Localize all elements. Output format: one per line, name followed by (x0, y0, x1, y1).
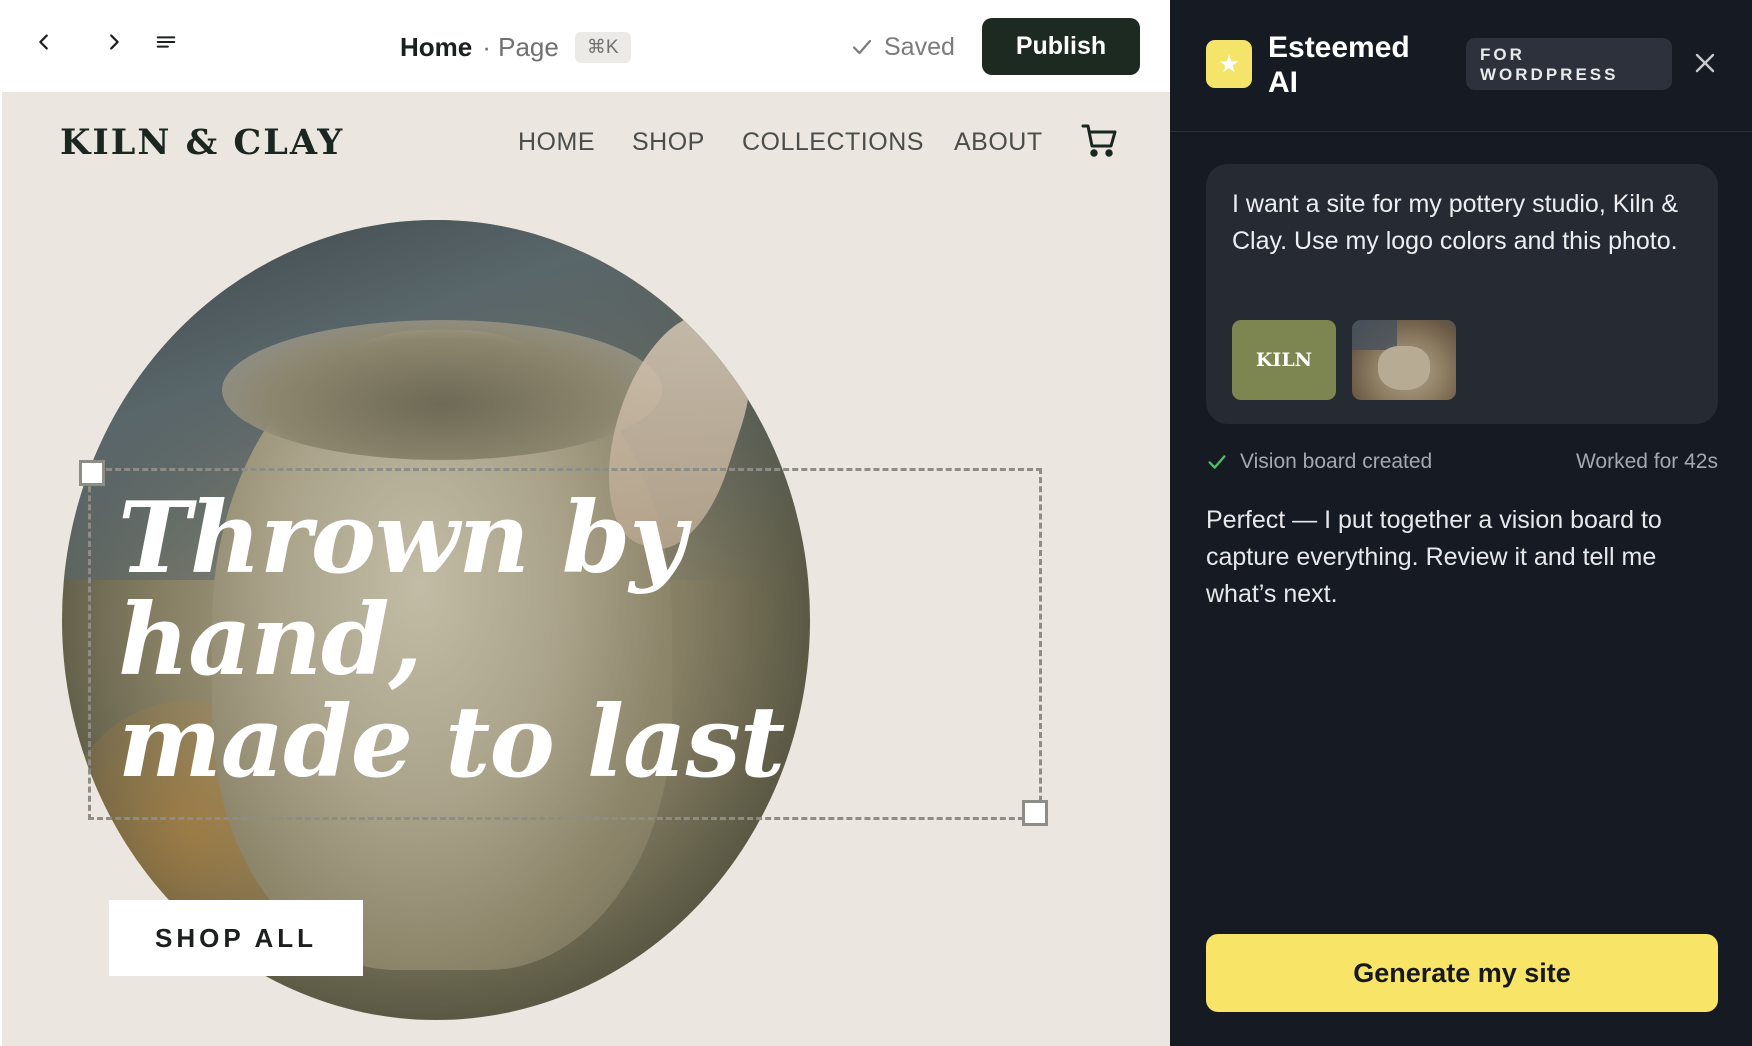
shop-all-button[interactable]: SHOP ALL (109, 900, 363, 976)
star-icon: ★ (1218, 50, 1240, 78)
command-shortcut-badge[interactable]: ⌘K (574, 31, 631, 63)
back-button[interactable] (26, 24, 62, 60)
hero-image-pot-rim (222, 320, 662, 460)
attachment-photo[interactable] (1352, 320, 1456, 400)
site-logo[interactable]: KILN & CLAY (60, 122, 344, 163)
saved-label: Saved (884, 32, 955, 61)
document-title[interactable]: Home · Page ⌘K (400, 30, 631, 64)
wordpress-badge: FOR WORDPRESS (1466, 38, 1672, 90)
close-icon (1695, 53, 1715, 73)
page-name: Home (400, 31, 473, 62)
worked-duration: Worked for 42s (1575, 450, 1718, 473)
forward-button[interactable] (96, 24, 132, 60)
site-editor: Home · Page ⌘K Saved Publish KILN & CLAY… (0, 0, 1172, 1046)
ai-assistant-panel: ★ Esteemed AI FOR WORDPRESS I want a sit… (1170, 0, 1752, 1046)
nav-home[interactable]: HOME (518, 128, 595, 157)
cart-button[interactable] (1080, 122, 1118, 158)
selection-outline (88, 468, 1042, 820)
publish-button[interactable]: Publish (982, 18, 1140, 75)
panel-title: Esteemed AI (1268, 31, 1410, 99)
task-status: Vision board created Worked for 42s (1206, 450, 1718, 478)
chevron-right-icon (110, 34, 119, 50)
attachment-photo-shadow (1352, 320, 1397, 350)
menu-button[interactable] (148, 24, 184, 60)
save-status: Saved (850, 30, 955, 64)
checkmark-icon (852, 39, 872, 55)
attachment-photo-pot (1378, 346, 1430, 390)
nav-shop[interactable]: SHOP (632, 128, 705, 157)
resize-handle-top-left[interactable] (79, 460, 105, 486)
resize-handle-bottom-right[interactable] (1022, 800, 1048, 826)
menu-icon (156, 36, 176, 48)
status-label: Vision board created (1240, 450, 1433, 473)
user-message-text: I want a site for my pottery studio, Kil… (1232, 190, 1679, 255)
assistant-reply: Perfect — I put together a vision board … (1206, 506, 1662, 608)
nav-collections[interactable]: COLLECTIONS (742, 128, 924, 157)
user-message: I want a site for my pottery studio, Kil… (1206, 164, 1718, 424)
check-icon (1208, 455, 1226, 469)
generate-site-button[interactable]: Generate my site (1206, 934, 1718, 1012)
panel-header: ★ Esteemed AI FOR WORDPRESS (1170, 0, 1752, 132)
cart-icon (1081, 124, 1117, 157)
close-panel-button[interactable] (1690, 48, 1720, 78)
task-status-left: Vision board created (1206, 450, 1432, 474)
chevron-left-icon (39, 34, 48, 50)
nav-about[interactable]: ABOUT (954, 128, 1043, 157)
ai-logo: ★ (1206, 40, 1252, 88)
editor-toolbar: Home · Page ⌘K Saved Publish (2, 0, 1172, 92)
page-type: · Page (482, 31, 559, 62)
attachment-logo[interactable]: KILN (1232, 320, 1336, 400)
